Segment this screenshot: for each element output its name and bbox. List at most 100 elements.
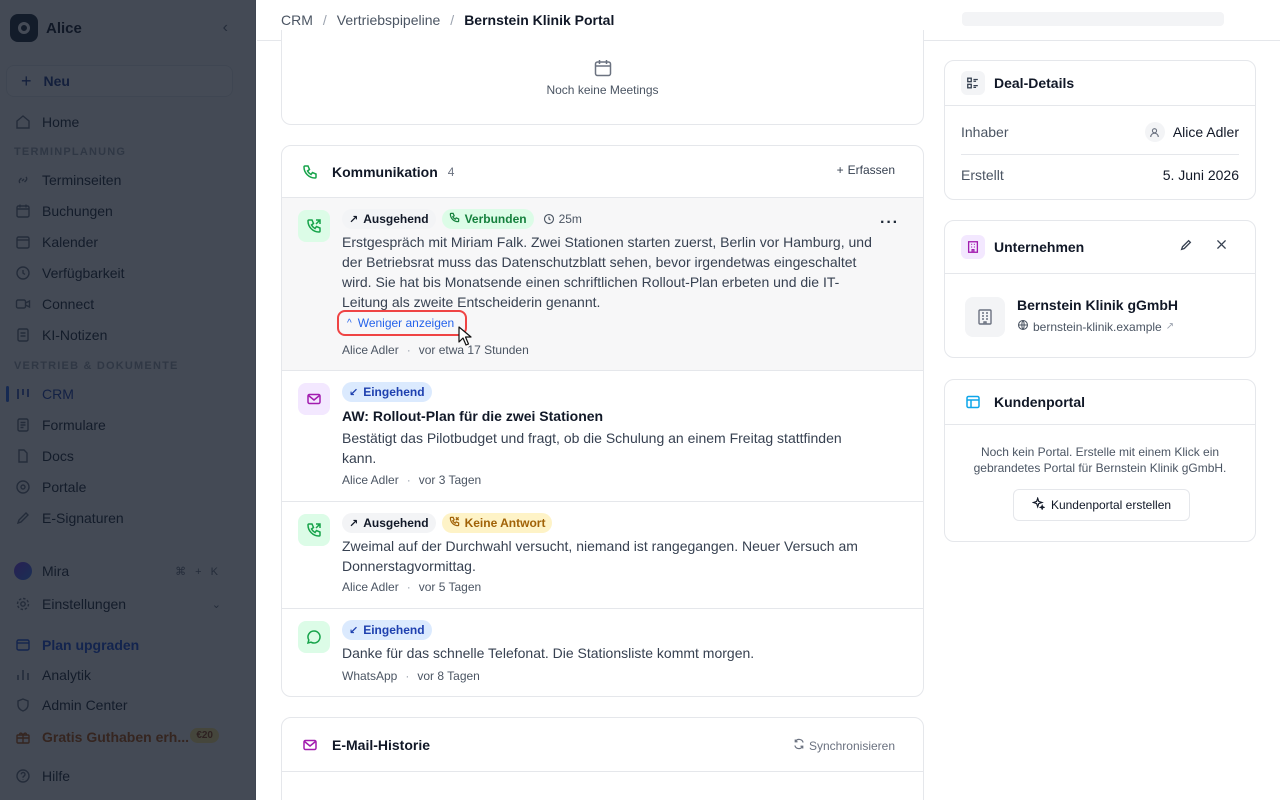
sidebar-item-hilfe[interactable]: Hilfe — [14, 764, 239, 788]
entry-author: Alice Adler — [342, 580, 399, 594]
pen-icon — [14, 509, 32, 527]
portal-icon — [14, 478, 32, 496]
entry-time: vor etwa 17 Stunden — [418, 343, 529, 357]
workspace-switcher[interactable]: Alice ‹ — [10, 14, 246, 42]
sync-button[interactable]: Synchronisieren — [793, 738, 895, 753]
deal-details-title: Deal-Details — [994, 75, 1075, 91]
meetings-card: Noch keine Meetings — [281, 30, 924, 125]
sidebar-item-portale[interactable]: Portale — [14, 475, 239, 499]
search-placeholder-bar[interactable] — [962, 12, 1224, 26]
calendar-icon — [14, 233, 32, 251]
company-name[interactable]: Bernstein Klinik gGmbH — [1017, 297, 1178, 313]
company-header: Unternehmen — [945, 221, 1255, 274]
list-item: ↗ Ausgehend Verbunden 25m ··· Erstgespräc… — [282, 198, 923, 371]
breadcrumb-crm[interactable]: CRM — [281, 12, 313, 28]
arrow-down-left-icon: ↙ — [349, 386, 359, 399]
link-icon — [14, 171, 32, 189]
sidebar-item-home[interactable]: Home — [14, 110, 239, 134]
entry-tags: ↙ Eingehend — [342, 620, 438, 640]
user-icon — [1144, 122, 1165, 142]
mail-icon — [298, 383, 330, 415]
more-options-icon[interactable]: ··· — [880, 214, 899, 232]
duration: 25m — [543, 212, 582, 226]
created-value: 5. Juni 2026 — [1162, 167, 1239, 183]
home-icon — [14, 113, 32, 131]
communication-header: Kommunikation 4 + Erfassen — [282, 146, 923, 198]
shield-icon — [14, 696, 32, 714]
show-less-link[interactable]: ^ Weniger anzeigen — [337, 310, 467, 336]
sidebar-item-upgrade[interactable]: Plan upgraden — [14, 633, 239, 657]
customer-portal-header: Kundenportal — [945, 380, 1255, 425]
sync-label: Synchronisieren — [808, 738, 895, 753]
entry-body: Zweimal auf der Durchwahl versucht, niem… — [342, 538, 858, 574]
plus-icon: + — [21, 70, 32, 91]
company-card: Unternehmen Bernstein Klinik gGmbH berns… — [944, 220, 1256, 358]
doc-icon — [14, 447, 32, 465]
chevron-down-icon: ⌄ — [211, 599, 221, 611]
communication-count: 4 — [447, 164, 455, 179]
chevron-up-icon: ^ — [347, 317, 352, 329]
new-button-label: Neu — [43, 73, 70, 89]
sidebar-item-label: Docs — [42, 448, 74, 464]
sidebar-item-verfuegbarkeit[interactable]: Verfügbarkeit — [14, 261, 239, 285]
direction-badge: ↗ Ausgehend — [342, 513, 436, 533]
note-icon — [14, 326, 32, 344]
sidebar-item-connect[interactable]: Connect — [14, 292, 239, 316]
calendar-icon — [593, 58, 613, 83]
section-label-scheduling: TERMINPLANUNG — [14, 146, 127, 158]
customer-portal-empty-text: Noch kein Portal. Erstelle mit einem Kli… — [973, 445, 1227, 475]
deal-details-card: Deal-Details Inhaber Alice Adler Erstell… — [944, 60, 1256, 200]
refresh-icon — [793, 738, 805, 753]
sidebar-item-label: Buchungen — [42, 203, 113, 219]
close-icon[interactable] — [1215, 238, 1228, 254]
direction-badge: ↙ Eingehend — [342, 382, 432, 402]
sidebar-item-crm[interactable]: CRM — [14, 382, 239, 406]
sidebar-item-label: Hilfe — [42, 768, 71, 784]
sidebar-item-admin[interactable]: Admin Center — [14, 693, 239, 717]
gift-icon — [14, 728, 32, 746]
sidebar-item-kalender[interactable]: Kalender — [14, 230, 239, 254]
new-button[interactable]: + Neu — [6, 65, 233, 97]
breadcrumb-current: Bernstein Klinik Portal — [464, 12, 615, 28]
entry-subject: AW: Rollout-Plan für die zwei Stationen — [342, 408, 604, 424]
sidebar-item-docs[interactable]: Docs — [14, 444, 239, 468]
log-communication-label: Erfassen — [847, 163, 895, 177]
sidebar-item-label: Gratis Guthaben erh... — [42, 729, 190, 745]
phone-icon — [302, 163, 320, 181]
sidebar-item-einstellungen[interactable]: Einstellungen — [14, 592, 239, 616]
arrow-down-left-icon: ↙ — [349, 624, 359, 637]
phone-icon — [449, 212, 460, 226]
create-portal-label: Kundenportal erstellen — [1050, 498, 1172, 512]
phone-missed-icon — [449, 516, 460, 530]
sidebar-item-e-signaturen[interactable]: E-Signaturen — [14, 506, 239, 530]
sidebar-item-label: Home — [42, 114, 80, 130]
deal-owner-row: Inhaber Alice Adler — [961, 111, 1239, 153]
sidebar-item-buchungen[interactable]: Buchungen — [14, 199, 239, 223]
entry-time: vor 8 Tagen — [417, 669, 480, 683]
log-communication-button[interactable]: + Erfassen — [837, 163, 895, 177]
sidebar-item-terminseiten[interactable]: Terminseiten — [14, 168, 239, 192]
workspace-name: Alice — [46, 19, 82, 37]
entry-tags: ↙ Eingehend — [342, 382, 438, 402]
sidebar-item-label: Mira — [42, 563, 70, 579]
owner-value[interactable]: Alice Adler — [1144, 122, 1239, 142]
sidebar: Alice ‹ + Neu Home TERMINPLANUNG Termins… — [0, 0, 256, 800]
sidebar-item-label: Plan upgraden — [42, 637, 140, 653]
calendar-icon — [14, 202, 32, 220]
sidebar-item-ki-notizen[interactable]: KI-Notizen — [14, 323, 239, 347]
communication-card: Kommunikation 4 + Erfassen ↗ Ausgehend Ver… — [281, 145, 924, 697]
sidebar-item-label: Terminseiten — [42, 172, 122, 188]
direction-badge: ↙ Eingehend — [342, 620, 432, 640]
status-badge: Keine Antwort — [441, 513, 553, 533]
sidebar-item-formulare[interactable]: Formulare — [14, 413, 239, 437]
plus-icon: + — [836, 163, 844, 177]
sidebar-item-analytik[interactable]: Analytik — [14, 663, 239, 687]
breadcrumb-pipeline[interactable]: Vertriebspipeline — [337, 12, 441, 28]
company-website-link[interactable]: bernstein-klinik.example ↗ — [1017, 319, 1174, 334]
create-portal-button[interactable]: Kundenportal erstellen — [1013, 489, 1190, 521]
phone-outgoing-icon — [298, 210, 330, 242]
sidebar-item-label: Einstellungen — [42, 596, 127, 612]
edit-icon[interactable] — [1179, 238, 1193, 255]
entry-meta: Alice Adler · vor 5 Tagen — [342, 580, 482, 594]
collapse-sidebar-icon[interactable]: ‹ — [223, 19, 228, 37]
